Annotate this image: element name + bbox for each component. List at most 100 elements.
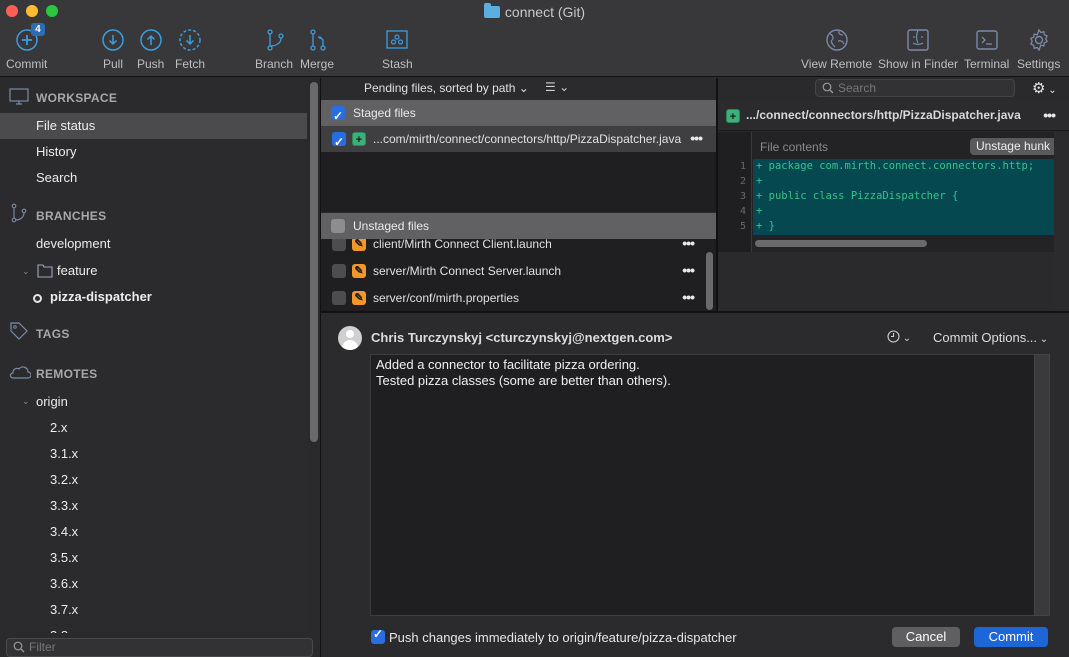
merge-label: Merge [300, 57, 335, 71]
fetch-button[interactable]: Fetch [175, 28, 205, 71]
file-path: server/conf/mirth.properties [373, 291, 520, 305]
sidebar-filter-input[interactable]: Filter [6, 638, 313, 657]
staged-file-row[interactable]: + ...com/mirth/connect/connectors/http/P… [321, 125, 716, 155]
pull-button[interactable]: Pull [101, 28, 125, 71]
remote-branch-item[interactable]: 3.5.x [0, 545, 307, 571]
push-immediately-checkbox[interactable] [371, 627, 385, 644]
commit-icon: 4 [15, 23, 45, 52]
more-options-icon[interactable]: ••• [690, 125, 703, 151]
terminal-icon [975, 28, 999, 52]
gear-icon: ⚙ [1032, 80, 1046, 97]
commit-options-dropdown[interactable]: Commit Options... ⌄ [933, 330, 1048, 345]
stash-button[interactable]: Stash [382, 28, 413, 71]
commit-toolbar-button[interactable]: 4 Commit [6, 23, 47, 71]
diff-header: + .../connect/connectors/http/PizzaDispa… [718, 100, 1069, 131]
chevron-down-icon: ⌄ [1045, 85, 1057, 96]
branch-button[interactable]: Branch [255, 28, 293, 71]
diff-file-path: .../connect/connectors/http/PizzaDispatc… [746, 108, 1021, 122]
commit-author: Chris Turczynskyj <cturczynskyj@nextgen.… [371, 330, 673, 345]
sidebar-scrollbar[interactable] [309, 80, 319, 640]
code-line: + public class PizzaDispatcher { [756, 190, 959, 202]
commit-message-scrollbar[interactable] [1034, 354, 1050, 616]
settings-button[interactable]: Settings [1017, 28, 1060, 71]
line-number: 1 [739, 161, 746, 172]
branch-item-pizza-dispatcher[interactable]: pizza-dispatcher [0, 284, 307, 310]
file-checkbox[interactable] [332, 264, 346, 278]
file-checkbox[interactable] [332, 291, 346, 305]
sort-dropdown[interactable]: Pending files, sorted by path ⌄ [364, 81, 529, 95]
view-mode-dropdown[interactable]: ☰ ⌄ [545, 80, 569, 94]
remote-origin[interactable]: origin [0, 389, 307, 415]
code-line: + [756, 205, 763, 217]
stash-label: Stash [382, 57, 413, 71]
merge-button[interactable]: Merge [300, 28, 334, 71]
sidebar-item-search[interactable]: Search [0, 165, 307, 191]
unstage-hunk-button[interactable]: Unstage hunk [969, 138, 1054, 155]
unstaged-scrollbar[interactable] [706, 252, 713, 310]
remote-branch-item[interactable]: 3.4.x [0, 519, 307, 545]
remote-branch-item[interactable]: 3.7.x [0, 597, 307, 623]
search-icon [13, 641, 25, 657]
clock-icon [887, 329, 900, 344]
diff-view: File contents Unstage hunk 1 2 3 4 5 + p… [718, 132, 1054, 252]
list-icon: ☰ [545, 80, 556, 94]
settings-label: Settings [1017, 57, 1061, 71]
remotes-header: REMOTES [36, 367, 98, 381]
more-options-icon[interactable]: ••• [682, 257, 695, 283]
remote-branch-item[interactable]: 3.2.x [0, 467, 307, 493]
view-remote-label: View Remote [801, 57, 873, 71]
unstaged-file-row[interactable]: ✎ server/conf/mirth.properties ••• [321, 285, 716, 311]
remote-branch-item[interactable]: 3.8.x [0, 623, 307, 633]
branch-icon [9, 203, 29, 226]
hunk-header: File contents [760, 140, 829, 154]
staged-all-checkbox[interactable] [331, 103, 345, 129]
line-numbers: 1 2 3 4 5 [718, 159, 746, 234]
sidebar-scrollbar-thumb[interactable] [310, 82, 318, 442]
diff-settings-dropdown[interactable]: ⚙ ⌄ [1032, 79, 1057, 97]
file-checkbox[interactable] [332, 129, 346, 155]
merge-icon [305, 28, 329, 52]
diff-horizontal-scrollbar[interactable] [755, 240, 927, 247]
files-header: Pending files, sorted by path ⌄ ☰ ⌄ [321, 78, 716, 100]
show-in-finder-button[interactable]: Show in Finder [878, 28, 958, 71]
folder-icon [483, 3, 500, 18]
more-options-icon[interactable]: ••• [682, 284, 695, 310]
commit-message-input[interactable]: Added a connector to facilitate pizza or… [370, 354, 1035, 616]
cancel-button[interactable]: Cancel [892, 627, 960, 647]
unstaged-file-row[interactable]: ✎ server/Mirth Connect Server.launch ••• [321, 258, 716, 284]
pencil-icon: ✎ [352, 264, 366, 278]
file-checkbox[interactable] [332, 237, 346, 251]
unstaged-files-header-overlay: Unstaged files [321, 213, 716, 239]
terminal-button[interactable]: Terminal [964, 28, 1009, 71]
remote-branch-item[interactable]: 3.6.x [0, 571, 307, 597]
monitor-icon [9, 88, 29, 109]
tags-header: TAGS [36, 327, 70, 341]
view-remote-button[interactable]: View Remote [801, 28, 872, 71]
fetch-label: Fetch [175, 57, 206, 71]
branch-item-development[interactable]: development [0, 231, 307, 257]
toolbar: connect (Git) 4 Commit Pull Push Fetch B… [0, 0, 1069, 77]
remote-branch-item[interactable]: 2.x [0, 415, 307, 441]
file-path: ...com/mirth/connect/connectors/http/Piz… [373, 132, 682, 146]
workspace-header: WORKSPACE [36, 91, 118, 105]
commit-history-dropdown[interactable]: ⌄ [887, 329, 911, 344]
remote-branch-item[interactable]: 3.1.x [0, 441, 307, 467]
push-immediately-label[interactable]: Push changes immediately to origin/featu… [389, 630, 737, 645]
sidebar-item-file-status[interactable]: File status [0, 113, 307, 139]
commit-options-label: Commit Options... [933, 330, 1038, 345]
commit-button[interactable]: Commit [974, 627, 1048, 647]
avatar [338, 326, 362, 350]
remote-branch-item[interactable]: 3.3.x [0, 493, 307, 519]
search-input[interactable]: Search [815, 79, 1015, 97]
search-placeholder: Search [838, 81, 877, 95]
pencil-icon: ✎ [352, 291, 366, 305]
push-button[interactable]: Push [137, 28, 164, 71]
more-options-icon[interactable]: ••• [1043, 100, 1056, 131]
sidebar: WORKSPACE File status History Search BRA… [0, 78, 307, 633]
code-line: + [756, 175, 763, 187]
branch-folder-feature[interactable]: feature [0, 258, 307, 284]
diff-scroll-edge [1054, 132, 1069, 312]
unstaged-all-checkbox[interactable] [331, 219, 345, 233]
sidebar-item-history[interactable]: History [0, 139, 307, 165]
pull-icon [101, 28, 125, 52]
